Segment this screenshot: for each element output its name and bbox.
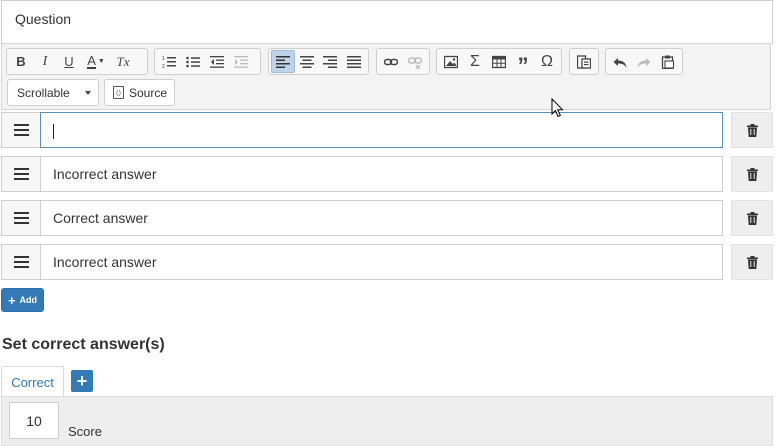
trash-icon: [746, 255, 758, 269]
templates-icon[interactable]: [572, 50, 596, 73]
style-select[interactable]: Scrollable: [7, 79, 99, 106]
quote-icon[interactable]: ”: [511, 50, 535, 76]
unlink-icon[interactable]: [403, 50, 427, 73]
style-select-value: Scrollable: [17, 85, 70, 100]
tab-correct[interactable]: Correct: [1, 366, 64, 397]
undo-icon[interactable]: [608, 50, 632, 73]
answer-row: Incorrect answer: [1, 244, 773, 280]
answer-row: Correct answer: [1, 200, 773, 236]
indent-increase-icon[interactable]: [229, 50, 253, 73]
toolbar-group-basic: B I U A ▼ Tx: [6, 48, 148, 75]
score-panel: 10 Score: [1, 396, 773, 446]
drag-handle-icon[interactable]: [1, 112, 41, 148]
align-center-icon[interactable]: [295, 50, 319, 73]
answer-input[interactable]: Correct answer: [40, 200, 723, 236]
toolbar-group-templates: [569, 48, 599, 75]
section-title: Set correct answer(s): [2, 336, 165, 353]
editor-toolbar: B I U A ▼ Tx 12 Σ ” Ω Scrollable ⟨⟩ Sour…: [1, 43, 771, 110]
align-right-icon[interactable]: [319, 50, 343, 73]
bullet-list-icon[interactable]: [181, 50, 205, 73]
answer-row: [1, 112, 773, 148]
align-justify-icon[interactable]: [342, 50, 366, 73]
drag-handle-icon[interactable]: [1, 244, 41, 280]
delete-answer-button[interactable]: [731, 156, 773, 192]
toolbar-group-insert: Σ ” Ω: [436, 48, 562, 76]
image-icon[interactable]: [439, 50, 463, 73]
source-button[interactable]: ⟨⟩ Source: [104, 79, 175, 106]
redo-icon[interactable]: [632, 50, 656, 73]
plus-icon: +: [76, 370, 88, 391]
toolbar-group-lists: 12: [154, 48, 261, 75]
paste-icon[interactable]: [656, 50, 680, 73]
answer-input[interactable]: [40, 112, 723, 148]
svg-text:2: 2: [162, 64, 165, 69]
text-caret: [53, 123, 54, 139]
italic-button[interactable]: I: [33, 50, 57, 73]
bold-button[interactable]: B: [9, 50, 33, 73]
toolbar-group-align: [268, 48, 369, 75]
sigma-icon[interactable]: Σ: [463, 50, 487, 73]
link-icon[interactable]: [379, 50, 403, 73]
underline-button[interactable]: U: [57, 50, 81, 73]
delete-answer-button[interactable]: [731, 112, 773, 148]
question-field[interactable]: Question: [1, 0, 773, 44]
clear-format-button[interactable]: Tx: [111, 50, 135, 73]
delete-answer-button[interactable]: [731, 200, 773, 236]
answer-input[interactable]: Incorrect answer: [40, 244, 723, 280]
mouse-cursor-icon: [551, 98, 564, 118]
trash-icon: [746, 167, 758, 181]
svg-text:1: 1: [162, 56, 165, 62]
table-icon[interactable]: [487, 50, 511, 73]
add-answer-button[interactable]: + Add: [1, 288, 44, 312]
source-icon: ⟨⟩: [113, 86, 124, 99]
numbered-list-icon[interactable]: 12: [157, 50, 181, 73]
special-char-icon[interactable]: Ω: [535, 50, 559, 73]
align-left-icon[interactable]: [271, 50, 295, 73]
add-tab-button[interactable]: +: [71, 370, 93, 392]
plus-icon: +: [7, 292, 16, 308]
toolbar-group-history: [605, 48, 683, 75]
answer-input[interactable]: Incorrect answer: [40, 156, 723, 192]
question-placeholder: Question: [15, 11, 72, 27]
indent-decrease-icon[interactable]: [205, 50, 229, 73]
font-color-button[interactable]: A ▼: [81, 50, 111, 73]
trash-icon: [746, 211, 758, 225]
chevron-down-icon: [85, 91, 91, 95]
answer-row: Incorrect answer: [1, 156, 773, 192]
score-label: Score: [68, 424, 102, 439]
drag-handle-icon[interactable]: [1, 156, 41, 192]
drag-handle-icon[interactable]: [1, 200, 41, 236]
toolbar-group-links: [376, 48, 430, 75]
score-input[interactable]: 10: [9, 402, 59, 439]
add-button-label: Add: [19, 295, 38, 305]
source-label: Source: [129, 85, 168, 100]
delete-answer-button[interactable]: [731, 244, 773, 280]
trash-icon: [746, 123, 758, 137]
